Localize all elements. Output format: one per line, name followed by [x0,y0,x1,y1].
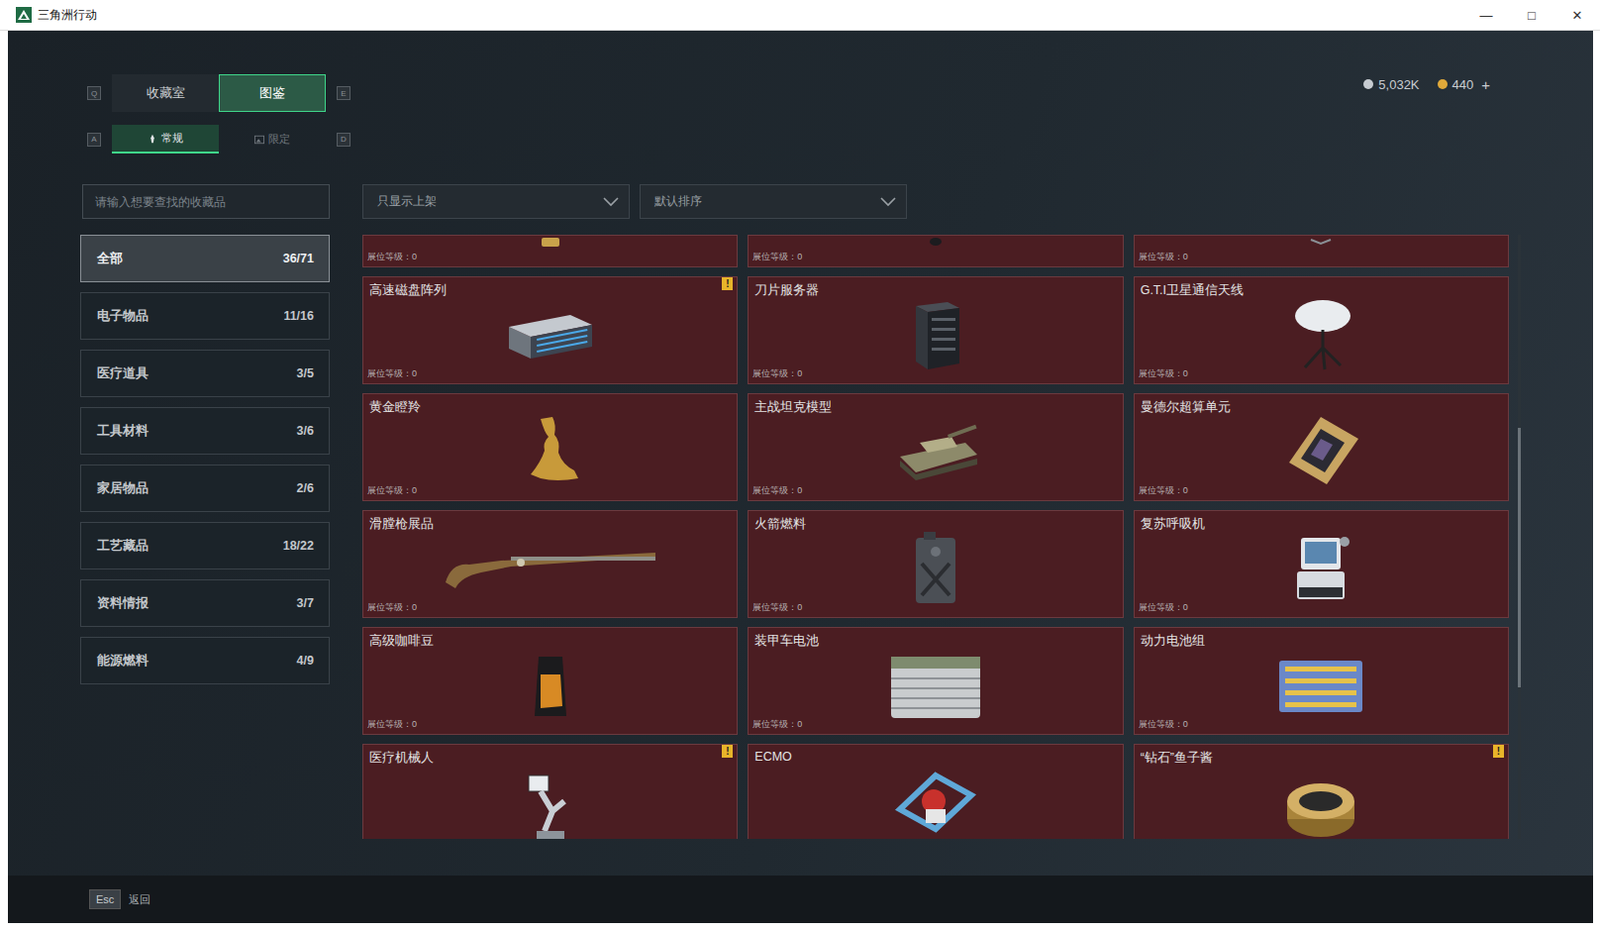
top-tab[interactable]: 收藏室 [111,74,219,112]
filter-dropdown[interactable]: 只显示上架 [362,184,630,219]
collection-card[interactable]: 复苏呼吸机 展位等级：0 [1133,509,1509,618]
item-icon [1305,237,1336,250]
filter-dropdown[interactable]: 默认排序 [639,184,907,219]
alert-badge: ! [721,744,733,758]
collection-card[interactable]: 主战坦克模型 展位等级：0 [747,393,1123,501]
key-hint: E [336,86,351,100]
item-icon [920,237,951,250]
alert-badge: ! [721,277,733,291]
collection-card[interactable]: G.T.I卫星通信天线 展位等级：0 [1133,276,1509,385]
collection-card[interactable]: ECMO [747,743,1123,839]
category-item[interactable]: 工艺藏品18/22 [80,521,330,570]
collection-card[interactable]: 高速磁盘阵列 展位等级：0 ! [362,276,738,385]
blade-server-icon [886,296,986,372]
scrollbar-thumb[interactable] [1517,427,1521,688]
category-item[interactable]: 能源燃料4/9 [80,636,330,685]
rocket-fuel-icon [886,527,986,607]
caviar-tin-icon [1271,771,1371,840]
window-control[interactable]: ✕ [1554,0,1600,30]
ventilator-icon [1271,529,1371,605]
collection-card[interactable]: 医疗机械人 ! [362,743,738,839]
currency: 440 [1437,77,1475,93]
collection-card[interactable]: 曼德尔超算单元 展位等级：0 [1133,393,1509,501]
window-title: 三角洲行动 [37,6,98,24]
item-icon [535,237,566,250]
coin-icon [1363,79,1374,90]
category-item[interactable]: 全部36/71 [80,234,330,283]
category-sidebar: 全部36/71 电子物品11/16 医疗道具3/5 工具材料3/6 家居物品2/6 工艺藏… [80,234,330,839]
gold-gazelle-icon [500,412,600,489]
currency: 5,032K [1363,77,1419,93]
add-currency-button[interactable]: + [1481,76,1491,94]
medical-robot-icon [500,771,600,840]
vehicle-battery-icon [881,644,991,724]
supercomputing-unit-icon [1271,412,1371,489]
currency-bar: 5,032K 440 + [1363,74,1491,95]
collection-card[interactable]: 火箭燃料 展位等级：0 [747,509,1123,618]
collection-grid: 展位等级：0 展位等级：0 展位等级：0 高速磁盘阵列 展位等级：0 !刀片服务… [362,234,1509,839]
image-icon [254,134,265,145]
collection-card[interactable]: 黄金瞪羚 展位等级：0 [362,393,738,501]
title-bar: 三角洲行动 —□✕ [0,0,1600,31]
scrollbar[interactable] [1517,234,1521,839]
game-window: Q 收藏室图鉴 E A 常规 限定 D 5,032K 440 + 只显示上架 默… [7,30,1594,923]
window-control[interactable]: — [1463,0,1509,30]
coin-icon [1437,79,1448,90]
collection-card[interactable]: “钻石”鱼子酱 ! [1133,743,1509,839]
chevron-down-icon [602,197,619,207]
category-item[interactable]: 家居物品2/6 [80,464,330,512]
category-item[interactable]: 工具材料3/6 [80,406,330,455]
category-item[interactable]: 电子物品11/16 [80,292,330,340]
rifle-icon [147,133,158,144]
satellite-antenna-icon [1271,296,1371,372]
disk-array-icon [500,299,600,369]
app-logo-icon [15,6,32,23]
back-label[interactable]: 返回 [128,892,151,907]
collection-card[interactable]: 动力电池组 展位等级：0 [1133,626,1509,735]
ecmo-icon [886,769,986,839]
battery-pack-icon [1271,646,1371,722]
collection-card[interactable]: 滑膛枪展品 展位等级：0 [362,509,738,618]
sub-tab[interactable]: 常规 [111,124,219,154]
collection-card[interactable]: 装甲车电池 展位等级：0 [747,626,1123,735]
collection-card[interactable]: 展位等级：0 [1133,234,1509,268]
window-control[interactable]: □ [1508,0,1555,30]
search-input[interactable] [82,184,330,219]
coffee-bean-icon [500,646,600,722]
key-hint: A [87,132,101,147]
key-hint: D [336,132,351,147]
collection-card[interactable]: 展位等级：0 [362,234,738,268]
top-tab[interactable]: 图鉴 [218,74,326,112]
collection-card[interactable]: 高级咖啡豆 展位等级：0 [362,626,738,735]
tank-model-icon [886,412,986,489]
back-key[interactable]: Esc [89,889,121,909]
category-item[interactable]: 医疗道具3/5 [80,349,330,398]
alert-badge: ! [1493,744,1504,758]
key-hint: Q [87,86,101,100]
desktop: 三角洲行动 —□✕ Q 收藏室图鉴 E A 常规 限定 D 5,032K 440… [0,0,1600,930]
collection-card[interactable]: 刀片服务器 展位等级：0 [747,276,1123,385]
chevron-down-icon [880,197,897,207]
sub-tab[interactable]: 限定 [218,124,326,154]
musket-icon [441,542,660,593]
collection-card[interactable]: 展位等级：0 [747,234,1123,268]
category-item[interactable]: 资料情报3/7 [80,579,330,627]
footer-bar: Esc 返回 [7,875,1594,923]
